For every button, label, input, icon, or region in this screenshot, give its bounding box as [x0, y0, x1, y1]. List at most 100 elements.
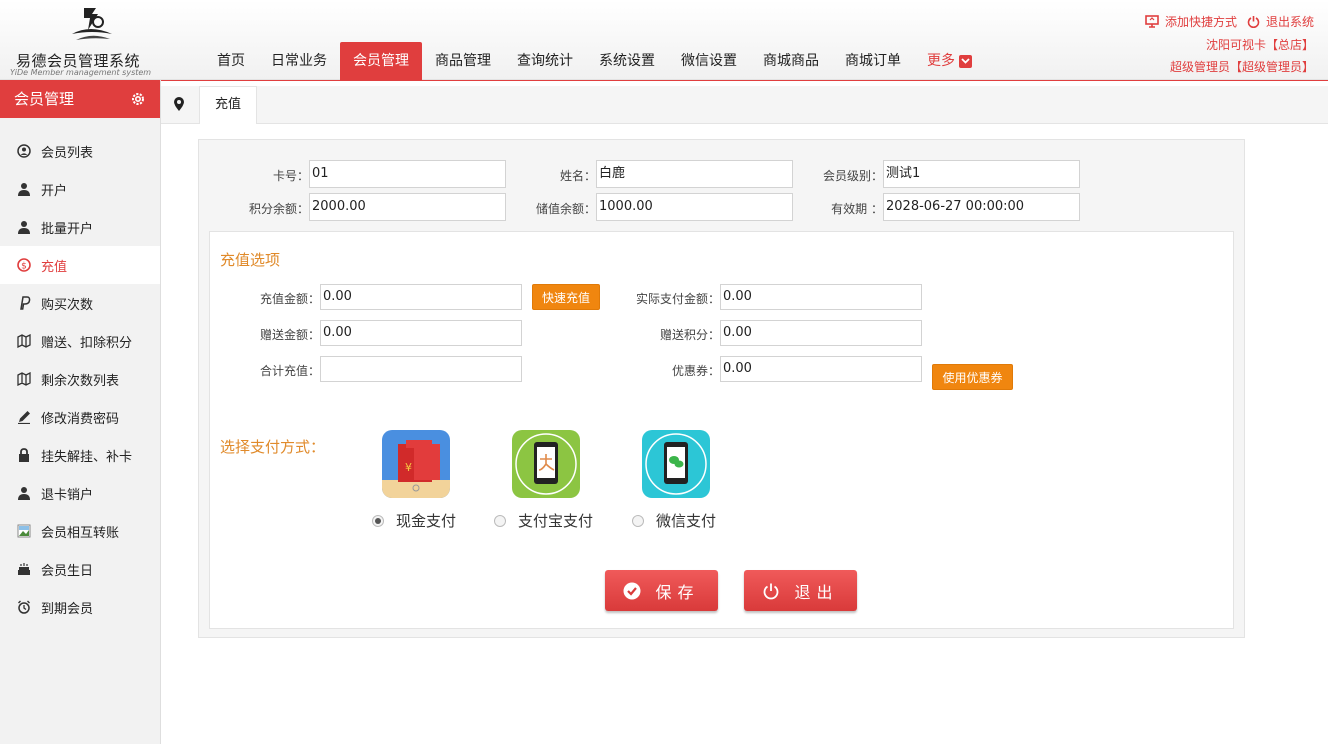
quick-recharge-button[interactable]: 快速充值 — [532, 284, 600, 310]
member-level-label: 会员级别： — [822, 169, 883, 183]
nav-wechat-settings[interactable]: 微信设置 — [668, 42, 750, 80]
member-level-field[interactable]: 测试1 — [883, 160, 1080, 188]
nav-member-management[interactable]: 会员管理 — [340, 42, 422, 80]
total-recharge-label: 合计充值： — [259, 364, 320, 378]
sidebar-item-label: 修改消费密码 — [41, 411, 120, 427]
alipay-payment-icon[interactable] — [512, 430, 580, 498]
nav-more[interactable]: 更多 — [914, 42, 985, 80]
nav-mall-orders[interactable]: 商城订单 — [832, 42, 914, 80]
radio-unchecked-icon — [632, 514, 644, 527]
store-name: 沈阳可视卡【总店】 — [1205, 38, 1314, 52]
sidebar-item-expired[interactable]: 到期会员 — [0, 588, 160, 626]
sidebar-item-batch-open[interactable]: 批量开户 — [0, 208, 160, 246]
sidebar-item-label: 赠送、扣除积分 — [41, 335, 133, 351]
radio-checked-icon — [372, 514, 384, 527]
payment-method-title: 选择支付方式： — [220, 438, 326, 456]
sidebar-item-label: 剩余次数列表 — [41, 373, 120, 389]
sidebar-item-label: 到期会员 — [41, 601, 94, 617]
header-divider — [160, 80, 1328, 81]
sidebar-item-label: 会员列表 — [41, 145, 94, 161]
sidebar-item-label: 会员相互转账 — [41, 525, 120, 541]
recharge-options-box: 充值选项 充值金额： 0.00 快速充值 实际支付金额： 0.00 赠送金额： … — [209, 231, 1234, 629]
nav-query-stats[interactable]: 查询统计 — [504, 42, 586, 80]
recharge-amount-input[interactable]: 0.00 — [320, 284, 522, 310]
image-icon — [16, 524, 31, 539]
cash-payment-radio[interactable]: 现金支付 — [372, 510, 456, 531]
nav-home[interactable]: 首页 — [204, 42, 258, 80]
add-shortcut-link[interactable]: 添加快捷方式 — [1145, 13, 1237, 30]
user-icon — [16, 220, 31, 235]
sidebar-item-label: 挂失解挂、补卡 — [41, 449, 133, 465]
svg-text:$: $ — [21, 262, 27, 272]
nav-more-label: 更多 — [927, 53, 955, 69]
total-recharge-input[interactable] — [320, 356, 522, 382]
gift-amount-label: 赠送金额： — [259, 328, 320, 342]
sidebar-item-change-password[interactable]: 修改消费密码 — [0, 398, 160, 436]
lock-icon — [16, 448, 31, 463]
save-button[interactable]: 保存 — [605, 570, 718, 611]
sidebar-item-recharge[interactable]: $ 充值 — [0, 246, 160, 284]
sidebar-item-label: 充值 — [41, 259, 68, 275]
card-number-label: 卡号： — [272, 169, 309, 183]
nav-system-settings[interactable]: 系统设置 — [586, 42, 668, 80]
exit-label: 退出 — [794, 582, 839, 602]
user-circle-icon — [16, 144, 31, 159]
expiry-field[interactable]: 2028-06-27 00:00:00 — [883, 193, 1080, 221]
sidebar-item-label: 购买次数 — [41, 297, 94, 313]
coin-icon: $ — [16, 258, 31, 273]
cash-payment-label: 现金支付 — [396, 512, 457, 530]
exit-button[interactable]: 退出 — [744, 570, 857, 611]
monitor-icon — [1145, 14, 1159, 28]
member-name-field[interactable]: 白鹿 — [596, 160, 793, 188]
alipay-payment-label: 支付宝支付 — [518, 512, 594, 530]
sidebar-item-lost-card[interactable]: 挂失解挂、补卡 — [0, 436, 160, 474]
cake-icon — [16, 562, 31, 577]
sidebar-item-label: 会员生日 — [41, 563, 94, 579]
recharge-amount-label: 充值金额： — [259, 292, 320, 306]
power-icon — [1247, 15, 1260, 28]
member-name-label: 姓名： — [559, 169, 596, 183]
points-balance-label: 积分余额： — [248, 202, 309, 216]
sidebar-item-points-adjust[interactable]: 赠送、扣除积分 — [0, 322, 160, 360]
recharge-panel: 卡号： 01 姓名： 白鹿 会员级别： 测试1 积分余额： 2000.00 储值… — [198, 139, 1245, 638]
chevron-down-icon — [959, 54, 972, 68]
top-header: 易德会员管理系统 YiDe Member management system 首… — [0, 0, 1328, 80]
sidebar-item-birthday[interactable]: 会员生日 — [0, 550, 160, 588]
gift-points-input[interactable]: 0.00 — [720, 320, 922, 346]
wechat-payment-label: 微信支付 — [656, 512, 717, 530]
actual-payment-input[interactable]: 0.00 — [720, 284, 922, 310]
nav-daily-business[interactable]: 日常业务 — [258, 42, 340, 80]
sidebar-item-remaining-times[interactable]: 剩余次数列表 — [0, 360, 160, 398]
wechat-payment-radio[interactable]: 微信支付 — [632, 510, 716, 531]
points-balance-field[interactable]: 2000.00 — [309, 193, 506, 221]
sidebar-item-transfer[interactable]: 会员相互转账 — [0, 512, 160, 550]
logout-link[interactable]: 退出系统 — [1247, 13, 1314, 30]
map-icon — [16, 372, 31, 387]
card-number-field[interactable]: 01 — [309, 160, 506, 188]
stored-balance-field[interactable]: 1000.00 — [596, 193, 793, 221]
sidebar-item-cancel-card[interactable]: 退卡销户 — [0, 474, 160, 512]
alipay-payment-radio[interactable]: 支付宝支付 — [494, 510, 593, 531]
logo[interactable]: 易德会员管理系统 YiDe Member management system — [10, 4, 160, 77]
stored-balance-label: 储值余额： — [535, 202, 596, 216]
user-icon — [16, 486, 31, 501]
sidebar-item-member-list[interactable]: 会员列表 — [0, 132, 160, 170]
sidebar-item-label: 批量开户 — [41, 221, 94, 237]
sidebar-item-buy-times[interactable]: 购买次数 — [0, 284, 160, 322]
coupon-label: 优惠券： — [671, 364, 720, 378]
nav-mall-products[interactable]: 商城商品 — [750, 42, 832, 80]
coupon-input[interactable]: 0.00 — [720, 356, 922, 382]
user-name: 超级管理员【超级管理员】 — [1169, 60, 1314, 74]
expiry-label: 有效期 ： — [831, 202, 883, 216]
nav-product-management[interactable]: 商品管理 — [422, 42, 504, 80]
check-circle-icon — [623, 582, 641, 600]
tab-recharge[interactable]: 充值 — [199, 86, 257, 124]
gift-amount-input[interactable]: 0.00 — [320, 320, 522, 346]
gear-icon[interactable] — [130, 91, 146, 107]
sidebar-item-open-account[interactable]: 开户 — [0, 170, 160, 208]
wechat-payment-icon[interactable] — [642, 430, 710, 498]
main-nav: 首页 日常业务 会员管理 商品管理 查询统计 系统设置 微信设置 商城商品 商城… — [204, 42, 985, 80]
svg-text:¥: ¥ — [405, 461, 412, 474]
cash-payment-icon[interactable]: ¥ — [382, 430, 450, 498]
use-coupon-button[interactable]: 使用优惠券 — [932, 364, 1013, 390]
